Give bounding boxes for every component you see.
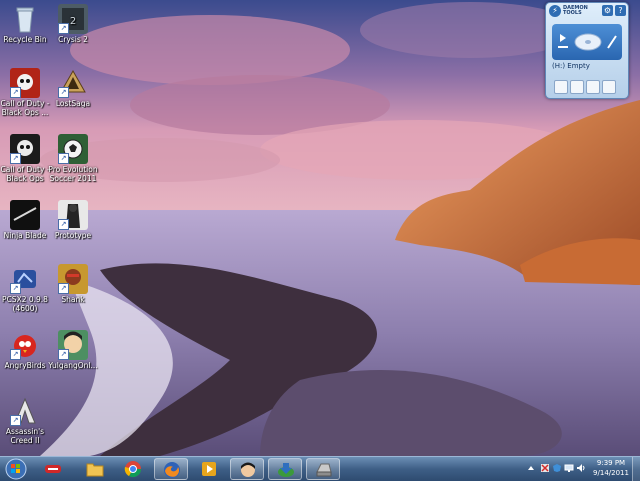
play-icon bbox=[560, 34, 566, 42]
taskbar-item-chrome[interactable] bbox=[116, 458, 150, 480]
tools-icon bbox=[607, 35, 617, 49]
show-desktop-button[interactable] bbox=[632, 457, 640, 481]
shortcut-arrow-icon: ↗ bbox=[10, 415, 21, 426]
desktop-icon-lostsaga[interactable]: ↗ LostSaga bbox=[42, 68, 104, 108]
shortcut-arrow-icon: ↗ bbox=[10, 349, 21, 360]
catalog-icon[interactable] bbox=[602, 80, 616, 94]
lostsaga-icon: ↗ bbox=[58, 68, 88, 98]
start-button[interactable] bbox=[4, 458, 28, 480]
taskbar-item-smadav[interactable] bbox=[36, 458, 70, 480]
download-manager-icon bbox=[278, 463, 294, 477]
security-shield-icon[interactable] bbox=[552, 463, 562, 473]
shortcut-arrow-icon: ↗ bbox=[58, 23, 69, 34]
shortcut-arrow-icon: ↗ bbox=[10, 153, 21, 164]
folder-icon bbox=[86, 463, 104, 477]
lightning-icon: ⚡ bbox=[549, 5, 561, 17]
desktop-icon-pro-evolution-soccer[interactable]: ↗ Pro Evolution Soccer 2011 bbox=[42, 134, 104, 183]
volume-icon[interactable] bbox=[576, 463, 586, 473]
desktop-icon-label: Pro Evolution Soccer 2011 bbox=[48, 165, 98, 183]
add-icon[interactable] bbox=[586, 80, 600, 94]
angry-birds-icon: ↗ bbox=[10, 330, 40, 360]
crysis-2-icon: 2 ↗ bbox=[58, 4, 88, 34]
shortcut-arrow-icon: ↗ bbox=[58, 219, 69, 230]
taskbar: 9:39 PM 9/14/2011 bbox=[0, 456, 640, 481]
desktop-icon-label: LostSaga bbox=[55, 99, 91, 108]
ninja-blade-icon bbox=[10, 200, 40, 230]
virtual-drive[interactable] bbox=[552, 24, 622, 60]
system-tray: 9:39 PM 9/14/2011 bbox=[522, 457, 640, 481]
taskbar-item-game[interactable] bbox=[230, 458, 264, 480]
smadav-icon bbox=[45, 465, 61, 473]
shortcut-arrow-icon: ↗ bbox=[58, 87, 69, 98]
taskbar-item-explorer[interactable] bbox=[78, 458, 112, 480]
mount-icon[interactable] bbox=[570, 80, 584, 94]
help-button[interactable]: ? bbox=[615, 5, 626, 16]
shank-icon: ↗ bbox=[58, 264, 88, 294]
windows-logo-icon bbox=[5, 458, 27, 480]
action-center-icon[interactable] bbox=[540, 463, 550, 473]
shortcut-arrow-icon: ↗ bbox=[10, 283, 21, 294]
recycle-bin-icon bbox=[10, 4, 40, 34]
game-avatar-icon bbox=[241, 462, 255, 477]
gadget-header: ⚡ DAEMON TOOLS ⚙ ? bbox=[546, 3, 628, 19]
desktop-icon-shank[interactable]: ↗ Shank bbox=[42, 264, 104, 304]
desktop-icon-label: Prototype bbox=[54, 231, 92, 240]
drive-status: (H:) Empty bbox=[552, 62, 590, 70]
drive-icon bbox=[316, 463, 332, 477]
shortcut-arrow-icon: ↗ bbox=[58, 283, 69, 294]
taskbar-item-media[interactable] bbox=[192, 458, 226, 480]
show-hidden-icons-icon[interactable] bbox=[526, 463, 536, 473]
daemon-tools-gadget[interactable]: ⚡ DAEMON TOOLS ⚙ ? (H:) Empty bbox=[545, 2, 629, 99]
prototype-icon: ↗ bbox=[58, 200, 88, 230]
assassins-creed-icon: ↗ bbox=[10, 396, 40, 426]
clock-time[interactable]: 9:39 PM bbox=[592, 459, 630, 467]
shortcut-arrow-icon: ↗ bbox=[58, 153, 69, 164]
chrome-icon bbox=[124, 461, 142, 478]
settings-button[interactable]: ⚙ bbox=[602, 5, 613, 16]
svg-text:2: 2 bbox=[70, 16, 76, 27]
desktop-icon-label: Assassin's Creed II bbox=[5, 427, 45, 445]
call-of-duty-icon: ↗ bbox=[10, 134, 40, 164]
eject-icon bbox=[558, 46, 568, 48]
desktop-icon-label: YulgangOnl... bbox=[48, 361, 98, 370]
pes-icon: ↗ bbox=[58, 134, 88, 164]
gadget-toolbar bbox=[554, 79, 618, 98]
call-of-duty-icon: ↗ bbox=[10, 68, 40, 98]
taskbar-item-drive[interactable] bbox=[306, 458, 340, 480]
desktop-icon-label: Crysis 2 bbox=[58, 35, 88, 44]
gadget-title: DAEMON TOOLS bbox=[563, 5, 588, 16]
shortcut-arrow-icon: ↗ bbox=[58, 349, 69, 360]
desktop-icon-assassins-creed-2[interactable]: ↗ Assassin's Creed II bbox=[0, 396, 56, 445]
yulgang-icon: ↗ bbox=[58, 330, 88, 360]
shortcut-arrow-icon: ↗ bbox=[10, 87, 21, 98]
media-player-icon bbox=[202, 462, 216, 476]
taskbar-item-firefox[interactable] bbox=[154, 458, 188, 480]
clock-date[interactable]: 9/14/2011 bbox=[592, 469, 630, 477]
desktop-icon-label: Shank bbox=[61, 295, 85, 304]
desktop-icon-crysis-2[interactable]: 2 ↗ Crysis 2 bbox=[42, 4, 104, 44]
desktop-icon-prototype[interactable]: ↗ Prototype bbox=[42, 200, 104, 240]
taskbar-item-idm[interactable] bbox=[268, 458, 302, 480]
pcsx2-icon: ↗ bbox=[10, 264, 40, 294]
network-icon[interactable] bbox=[564, 463, 574, 473]
desktop-icon-yulgang-online[interactable]: ↗ YulgangOnl... bbox=[42, 330, 104, 370]
home-icon[interactable] bbox=[554, 80, 568, 94]
firefox-icon bbox=[164, 462, 180, 478]
